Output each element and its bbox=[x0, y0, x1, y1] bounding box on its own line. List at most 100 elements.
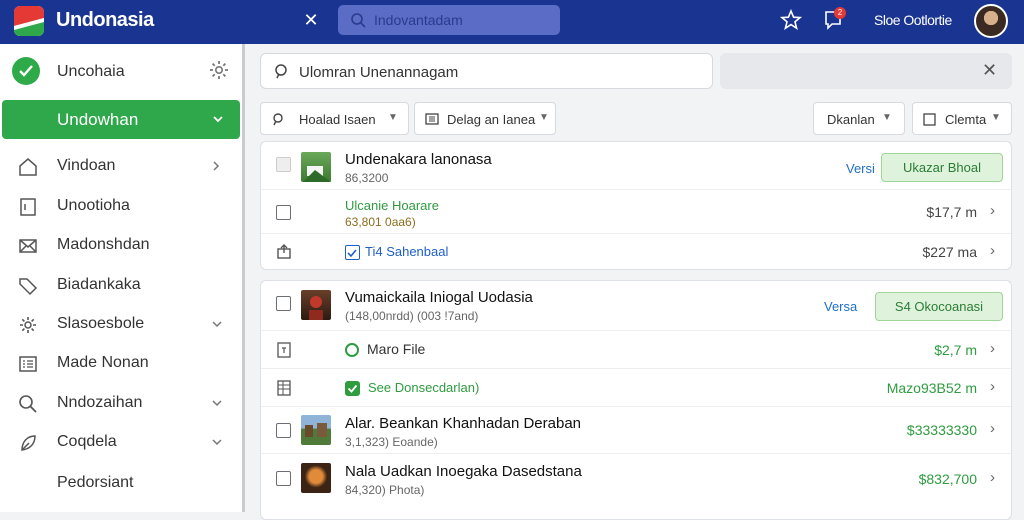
sidebar-header: Uncohaia bbox=[0, 44, 244, 98]
sidebar-item-biadankaka[interactable]: Biadankaka bbox=[0, 265, 240, 305]
row-checkbox[interactable] bbox=[276, 157, 291, 172]
filter-dropdown-2[interactable]: Delag an Ianea ▼ bbox=[414, 102, 556, 135]
gear-icon[interactable] bbox=[208, 59, 230, 86]
document-icon bbox=[276, 342, 292, 363]
home-icon bbox=[17, 156, 39, 183]
sidebar-item-label: Made Nonan bbox=[57, 354, 149, 371]
search-icon bbox=[273, 63, 291, 86]
row-checkbox[interactable] bbox=[276, 205, 291, 220]
top-search-input[interactable]: Indovantadam bbox=[338, 5, 560, 35]
sidebar-item-unootioha[interactable]: Unootioha bbox=[0, 186, 240, 226]
sidebar-item-madonshdan[interactable]: Madonshdan bbox=[0, 225, 240, 265]
caret-down-icon: ▼ bbox=[991, 112, 1001, 123]
sidebar-item-made-nonan[interactable]: Made Nonan bbox=[0, 343, 240, 383]
row-price: $832,700 bbox=[918, 471, 977, 487]
row-title: Ulcanie Hoarare bbox=[345, 198, 439, 213]
caret-down-icon: ▼ bbox=[882, 112, 892, 123]
sidebar: Uncohaia Undowhan Vindoan Unootioha Mado… bbox=[0, 44, 244, 512]
sidebar-item-label: Madonshdan bbox=[57, 236, 150, 253]
table-row[interactable]: Undenakara lanonasa 86,3200 Versi Ukazar… bbox=[261, 142, 1011, 190]
row-checkbox[interactable] bbox=[276, 296, 291, 311]
user-name[interactable]: Sloe Ootlortie bbox=[874, 12, 952, 28]
sidebar-scrollbar[interactable] bbox=[242, 44, 245, 512]
thumbnail-image bbox=[301, 463, 331, 493]
thumbnail-image bbox=[301, 152, 331, 182]
column-dropdown[interactable]: Clemta ▼ bbox=[912, 102, 1012, 135]
chevron-down-icon bbox=[211, 317, 223, 335]
sidebar-item-label: Unootioha bbox=[57, 197, 130, 214]
sidebar-item-label: Pedorsiant bbox=[57, 474, 134, 491]
sidebar-item-label: Slasoesbole bbox=[57, 315, 145, 332]
star-icon[interactable] bbox=[779, 8, 803, 36]
upload-icon bbox=[276, 243, 292, 264]
chevron-right-icon[interactable]: › bbox=[990, 420, 995, 437]
chevron-right-icon[interactable]: › bbox=[990, 340, 995, 357]
table-row[interactable]: Alar. Beankan Khanhadan Deraban 3,1,323)… bbox=[261, 407, 1011, 454]
row-checkbox[interactable] bbox=[276, 423, 291, 438]
chevron-down-icon bbox=[211, 435, 223, 453]
list-icon bbox=[425, 112, 439, 129]
check-square-icon bbox=[345, 381, 360, 396]
chevron-down-icon bbox=[212, 112, 224, 130]
sidebar-item-active[interactable]: Undowhan bbox=[2, 100, 240, 139]
row-subtitle: 84,320) Phota) bbox=[345, 483, 425, 497]
row-title: Maro File bbox=[367, 341, 426, 357]
sidebar-item-label: Biadankaka bbox=[57, 276, 141, 293]
sidebar-item-pedorsiant[interactable]: Pedorsiant bbox=[0, 463, 240, 503]
row-checkbox[interactable] bbox=[276, 471, 291, 486]
table-icon bbox=[276, 380, 292, 401]
search-icon bbox=[17, 393, 39, 420]
chevron-right-icon[interactable]: › bbox=[990, 378, 995, 395]
list-icon bbox=[17, 353, 39, 380]
search-input[interactable]: Ulomran Unenannagam bbox=[260, 53, 713, 89]
table-row[interactable]: Nala Uadkan Inoegaka Dasedstana 84,320) … bbox=[261, 454, 1011, 504]
avatar[interactable] bbox=[974, 4, 1008, 38]
sidebar-item-slasoesbole[interactable]: Slasoesbole bbox=[0, 304, 240, 344]
app-title: Undonasia bbox=[56, 9, 154, 31]
sidebar-item-vindoan[interactable]: Vindoan bbox=[0, 146, 240, 186]
row-price: $17,7 m bbox=[926, 204, 977, 220]
close-icon[interactable]: ✕ bbox=[982, 60, 997, 81]
close-icon[interactable]: ✕ bbox=[300, 9, 322, 31]
action-button[interactable]: S4 Okocoanasi bbox=[875, 292, 1003, 321]
search-clear-area: ✕ bbox=[720, 53, 1012, 89]
sidebar-header-label: Uncohaia bbox=[57, 63, 125, 80]
table-row[interactable]: Vumaickaila Iniogal Uodasia (148,00nrdd)… bbox=[261, 281, 1011, 331]
row-subtitle: 3,1,323) Eoande) bbox=[345, 435, 438, 449]
flag-logo-icon[interactable] bbox=[14, 6, 44, 36]
row-title: Ti4 Sahenbaal bbox=[365, 244, 449, 259]
row-title: Nala Uadkan Inoegaka Dasedstana bbox=[345, 463, 582, 480]
search-icon bbox=[350, 12, 366, 33]
envelope-icon bbox=[17, 235, 39, 262]
caret-down-icon: ▼ bbox=[539, 112, 549, 123]
checkbox-checked-icon bbox=[345, 245, 360, 260]
action-button[interactable]: Ukazar Bhoal bbox=[881, 153, 1003, 182]
sidebar-item-nndozaihan[interactable]: Nndozaihan bbox=[0, 383, 240, 423]
search-icon bbox=[271, 112, 285, 129]
table-row[interactable]: Ti4 Sahenbaal $227 ma › bbox=[261, 234, 1011, 270]
row-title: Undenakara lanonasa bbox=[345, 151, 492, 168]
top-bar: Undonasia ✕ Indovantadam 2 Sloe Ootlorti… bbox=[0, 0, 1024, 44]
main-content: Ulomran Unenannagam ✕ Hoalad Isaen ▼ Del… bbox=[258, 44, 1014, 520]
file-card-2: Vumaickaila Iniogal Uodasia (148,00nrdd)… bbox=[260, 280, 1012, 520]
chevron-right-icon[interactable]: › bbox=[990, 469, 995, 486]
filter-label: Delag an Ianea bbox=[447, 112, 536, 127]
chevron-right-icon[interactable]: › bbox=[990, 202, 995, 219]
sort-dropdown[interactable]: Dkanlan ▼ bbox=[813, 102, 905, 135]
gear-icon bbox=[17, 314, 39, 341]
table-row[interactable]: Ulcanie Hoarare 63,801 0aa6) $17,7 m › bbox=[261, 190, 1011, 234]
row-subtitle: 63,801 0aa6) bbox=[345, 215, 416, 229]
table-row[interactable]: Maro File $2,7 m › bbox=[261, 331, 1011, 369]
chevron-right-icon[interactable]: › bbox=[990, 242, 995, 259]
table-row[interactable]: See Donsecdarlan) Mazo93B52 m › bbox=[261, 369, 1011, 407]
row-price: $2,7 m bbox=[934, 342, 977, 358]
row-subtitle: 86,3200 bbox=[345, 171, 389, 185]
check-circle-icon bbox=[12, 57, 40, 85]
search-value: Ulomran Unenannagam bbox=[299, 64, 459, 81]
version-link[interactable]: Versi bbox=[846, 161, 875, 176]
filter-dropdown-1[interactable]: Hoalad Isaen ▼ bbox=[260, 102, 409, 135]
sidebar-item-label: Nndozaihan bbox=[57, 394, 143, 411]
chevron-down-icon bbox=[211, 396, 223, 414]
sidebar-item-coqdela[interactable]: Coqdela bbox=[0, 422, 240, 462]
version-link[interactable]: Versa bbox=[824, 299, 857, 314]
